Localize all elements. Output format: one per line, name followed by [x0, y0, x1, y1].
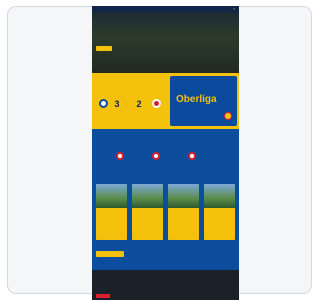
news-card-image [96, 184, 127, 208]
home-crest-icon [99, 99, 108, 108]
sponsor-logo[interactable] [192, 294, 214, 298]
home-score: 3 [114, 99, 120, 109]
fixture-crest-icon [116, 152, 124, 160]
score-separator: : [125, 101, 127, 107]
hero-button[interactable] [96, 46, 112, 51]
fixture-crest-icon [152, 152, 160, 160]
footer [92, 270, 239, 300]
news-card[interactable] [168, 184, 199, 240]
more-news-button[interactable] [96, 251, 124, 257]
oberliga-promo-title: Oberliga [176, 94, 217, 105]
away-score: 2 [136, 99, 142, 109]
hero-banner [92, 12, 239, 73]
news-card-image [132, 184, 163, 208]
mobile-page: × 3 : 2 Oberliga [92, 6, 239, 300]
news-card[interactable] [132, 184, 163, 240]
news-card-image [204, 184, 235, 208]
oberliga-badge-icon [224, 112, 232, 120]
sponsor-logo[interactable] [96, 294, 110, 298]
fixture-crest-icon [188, 152, 196, 160]
away-crest-icon [152, 99, 161, 108]
news-card[interactable] [204, 184, 235, 240]
sponsor-logo[interactable] [143, 294, 163, 298]
news-card[interactable] [96, 184, 127, 240]
news-card-image [168, 184, 199, 208]
